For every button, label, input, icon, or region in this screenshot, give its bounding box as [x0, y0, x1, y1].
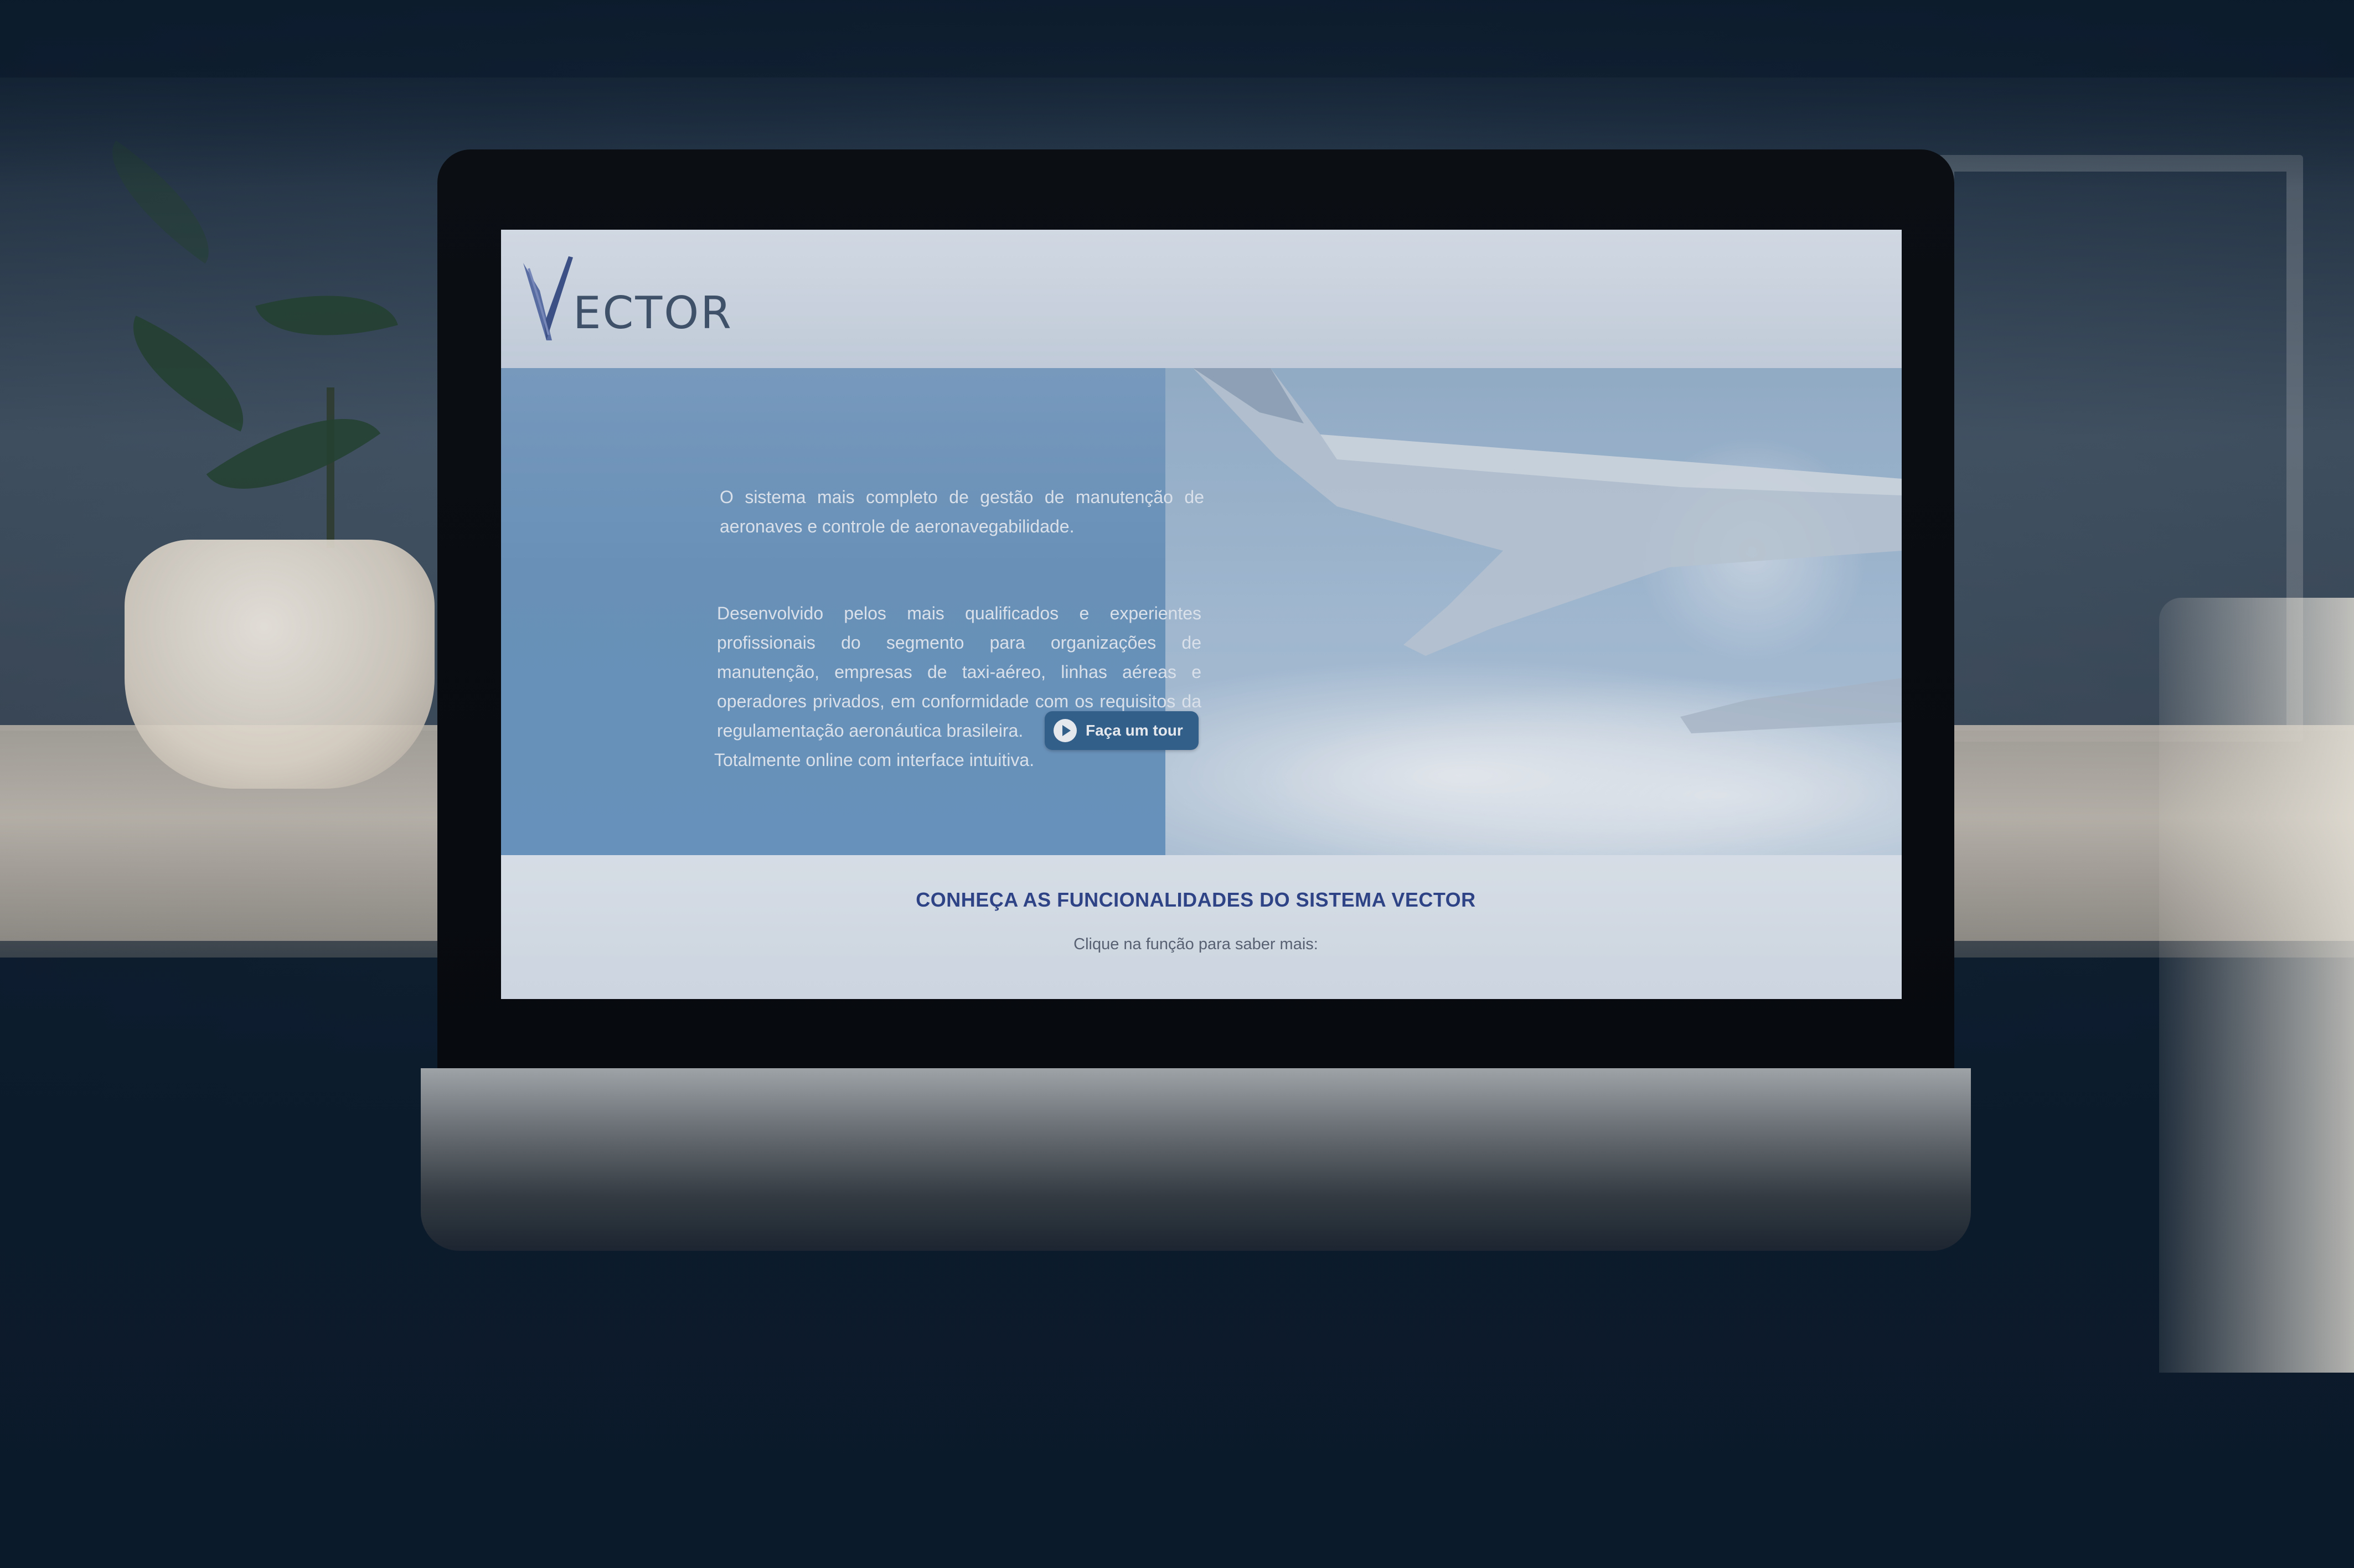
vector-v-logo-icon	[523, 256, 573, 340]
site-logo[interactable]: ECTOR	[518, 230, 733, 368]
airplane-wing-image	[1193, 368, 1902, 733]
play-icon	[1054, 719, 1077, 742]
hero-intro-text: O sistema mais completo de gestão de man…	[720, 487, 1204, 536]
background-object	[2159, 598, 2354, 1373]
monitor: ECTOR O sistema mais completo de gestão …	[421, 149, 1971, 1251]
features-subtitle: Clique na função para saber mais:	[1073, 935, 1318, 953]
site-header: ECTOR	[501, 230, 1902, 368]
features-title: CONHEÇA AS FUNCIONALIDADES DO SISTEMA VE…	[916, 888, 1476, 911]
plant-pot	[125, 540, 435, 789]
monitor-chin	[421, 1068, 1971, 1251]
tour-button-label: Faça um tour	[1086, 722, 1183, 739]
features-section: CONHEÇA AS FUNCIONALIDADES DO SISTEMA VE…	[501, 855, 1902, 999]
hero-online-text: Totalmente online com interface intuitiv…	[714, 750, 1035, 770]
hero-section: O sistema mais completo de gestão de man…	[501, 368, 1902, 855]
logo-text: ECTOR	[573, 287, 733, 339]
plant-stem	[327, 387, 334, 548]
monitor-screen: ECTOR O sistema mais completo de gestão …	[501, 230, 1902, 999]
tour-button[interactable]: Faça um tour	[1045, 711, 1199, 750]
